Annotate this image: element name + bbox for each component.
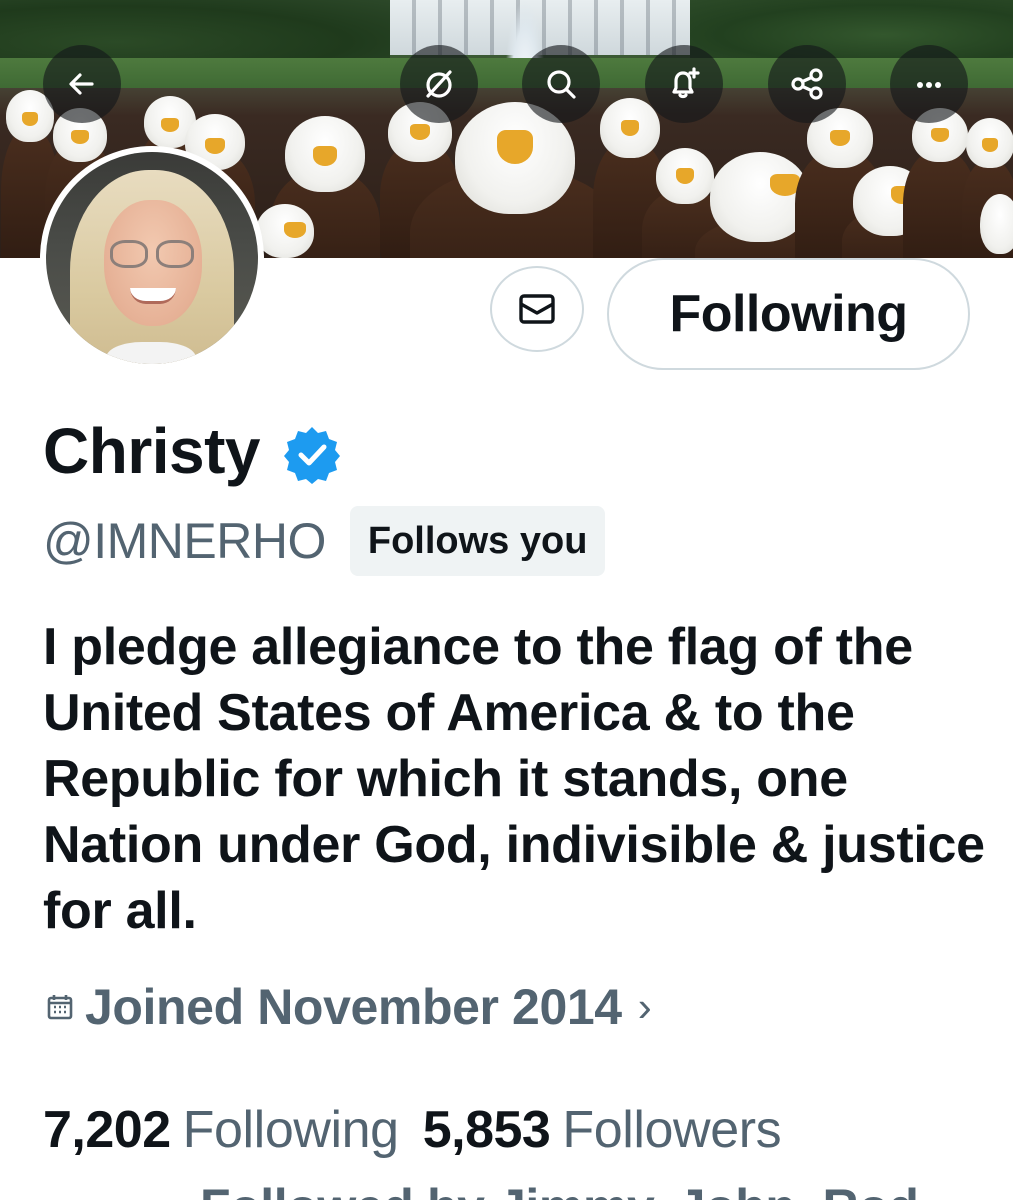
chevron-right-icon: › [637,983,652,1030]
followed-by-text[interactable]: Followed by Jimmy, John, Rod [200,1178,919,1200]
notifications-button[interactable] [645,45,723,123]
more-icon [917,82,941,88]
envelope-icon [519,294,555,324]
avatar-photo [46,152,258,364]
followers-label[interactable]: Followers [562,1100,781,1160]
search-button[interactable] [522,45,600,123]
follows-you-badge: Follows you [349,506,606,576]
profile-name-row: Christy [43,418,342,484]
share-button[interactable] [768,45,846,123]
profile-bio: I pledge allegiance to the flag of the U… [43,618,985,940]
more-button[interactable] [890,45,968,123]
profile-avatar[interactable] [40,146,264,370]
grok-button[interactable] [400,45,478,123]
verified-badge-icon[interactable] [282,424,342,484]
profile-handle-row: @IMNERHO Follows you [43,506,606,576]
banner-eagle [980,190,1013,258]
followers-count[interactable]: 5,853 [423,1100,551,1160]
banner-eagle-center [410,100,620,258]
profile-handle: @IMNERHO [43,513,326,569]
follow-stats: 7,202 Following 5,853 Followers [43,1100,782,1160]
joined-date: Joined November 2014 [85,979,622,1035]
search-icon [547,70,576,99]
back-arrow-icon [69,73,94,95]
share-icon [791,68,823,100]
back-button[interactable] [43,45,121,123]
joined-date-row[interactable]: Joined November 2014 › [45,978,652,1036]
message-button[interactable] [490,266,584,352]
following-label[interactable]: Following [183,1100,399,1160]
grok-icon [426,70,452,98]
following-count[interactable]: 7,202 [43,1100,171,1160]
banner-lawn [0,58,1013,88]
following-button[interactable]: Following [607,258,970,370]
calendar-icon [47,995,73,1020]
bell-plus-icon [672,67,700,99]
profile-name: Christy [43,415,261,487]
